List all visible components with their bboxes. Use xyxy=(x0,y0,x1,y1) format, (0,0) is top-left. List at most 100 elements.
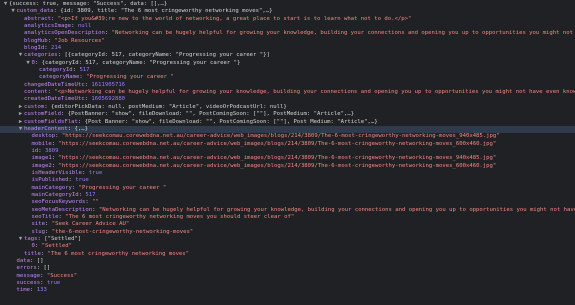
json-key: customFieldsFlat xyxy=(24,118,78,125)
json-row: time: 133 xyxy=(0,287,575,294)
json-row: image1: "https://seekcomau.corewebdna.ne… xyxy=(0,155,575,162)
json-key: mobile xyxy=(31,140,52,147)
json-row[interactable]: ▼ tags: ["Settled"] xyxy=(0,236,575,243)
json-value: 214 xyxy=(50,45,62,52)
json-key: isPublished xyxy=(31,177,69,184)
json-row: mobile: "https://seekcomau.corewebdna.ne… xyxy=(0,141,575,148)
json-key: image1 xyxy=(31,155,52,162)
json-value: "Success" xyxy=(46,272,78,279)
key-colon: : xyxy=(44,45,51,52)
json-value: "Progressing your career " xyxy=(78,184,167,191)
expand-triangle-right-icon[interactable]: ▶ xyxy=(17,111,24,118)
json-row: categoryName: "Progressing your career " xyxy=(0,74,575,81)
json-row: isHeaderVisible: true xyxy=(0,170,575,177)
json-row: message: "Success" xyxy=(0,273,575,280)
key-colon: : xyxy=(38,147,45,154)
json-key: abstract xyxy=(24,15,51,22)
json-key: mainCategory xyxy=(31,184,72,191)
key-colon: : xyxy=(61,111,68,118)
key-colon: : xyxy=(34,59,42,66)
json-row[interactable]: ▼ custom_data: {id: 3809, title: "The 6 m… xyxy=(0,8,575,15)
json-value: true xyxy=(46,280,61,287)
json-value: "The 6 most cringeworthy networking move… xyxy=(47,250,190,257)
json-value: 1605692880 xyxy=(91,96,126,103)
json-value: "Settled" xyxy=(41,243,72,250)
json-row: createdDateTimeUtc: 1605692880 xyxy=(0,96,575,103)
json-key: categoryName xyxy=(39,74,80,81)
json-key: image2 xyxy=(31,162,52,169)
json-value: {editorPickData: null, postMedium: "Arti… xyxy=(50,103,287,110)
json-row: categoryId: 517 xyxy=(0,67,575,74)
json-row[interactable]: ▶ custom: {editorPickData: null, postMedi… xyxy=(0,104,575,111)
expand-triangle-down-icon[interactable]: ▼ xyxy=(17,236,24,243)
key-colon: : xyxy=(34,243,42,250)
json-value: {id: 3809, title: "The 6 most cringewort… xyxy=(60,8,273,15)
json-preview-panel: ▼ {success: true, message: "Success", dat… xyxy=(0,0,575,295)
json-value: "" xyxy=(92,199,99,206)
json-row[interactable]: ▶ customFieldsFlat: {Post Banner: "show",… xyxy=(0,119,575,126)
json-value: "https://seekcomau.corewebdna.net.au/car… xyxy=(58,155,497,162)
json-value: 517 xyxy=(79,67,90,74)
json-row[interactable]: ▶ customField: {PostBanner: "show", fileD… xyxy=(0,111,575,118)
json-row[interactable]: ▼ 0: {categoryId: 517, categoryName: "Pro… xyxy=(0,60,575,67)
key-colon: : xyxy=(40,250,48,257)
json-value: true xyxy=(75,177,89,184)
json-value: "Job Resources" xyxy=(54,37,105,44)
expand-triangle-right-icon[interactable]: ▶ xyxy=(17,119,24,126)
json-value: 133 xyxy=(36,287,47,294)
json-value: "Networking can be hugely helpful for gr… xyxy=(111,30,573,37)
json-key: message xyxy=(16,272,41,279)
json-row: image2: "https://seekcomau.corewebdna.ne… xyxy=(0,163,575,170)
expand-triangle-down-icon[interactable]: ▼ xyxy=(2,1,9,8)
json-key: customField xyxy=(24,111,62,118)
json-row[interactable]: ▼ headerContent: {,…} xyxy=(0,125,575,134)
json-row[interactable]: ▼ {success: true, message: "Success", dat… xyxy=(0,1,575,8)
json-row: seoFocusKeywords: "" xyxy=(0,199,575,206)
json-key: headerContent xyxy=(24,125,68,132)
json-key: desktop xyxy=(31,133,56,140)
json-row: analyticsOpenDescription: "Networking ca… xyxy=(0,30,575,37)
expand-triangle-down-icon[interactable]: ▼ xyxy=(17,126,24,133)
json-value: "https://seekcomau.corewebdna.net.au/car… xyxy=(58,162,497,169)
json-key: categoryId xyxy=(39,67,73,74)
json-row: analyticsImage: null xyxy=(0,23,575,30)
json-key: createdDateTimeUtc xyxy=(24,96,85,103)
json-row: isPublished: true xyxy=(0,177,575,184)
json-key: analyticsOpenDescription xyxy=(24,30,105,37)
key-colon: : xyxy=(77,118,85,125)
expand-triangle-down-icon[interactable]: ▼ xyxy=(25,60,32,67)
key-colon: : xyxy=(44,103,51,110)
json-value: {Post Banner: "show", fileDownload: "", … xyxy=(84,118,378,125)
key-colon: : xyxy=(50,15,58,22)
expand-triangle-down-icon[interactable]: ▼ xyxy=(10,8,17,15)
json-row: desktop: "https://seekcomau.corewebdna.n… xyxy=(0,133,575,140)
json-value: {success: true, message: "Success", data… xyxy=(9,1,168,7)
json-value: 3809 xyxy=(45,147,59,154)
json-row: mainCategoryId: 517 xyxy=(0,192,575,199)
key-colon: : xyxy=(104,30,112,37)
json-key: site xyxy=(31,221,45,228)
json-row: errors: [] xyxy=(0,265,575,272)
json-key: content xyxy=(24,89,48,96)
json-value: 517 xyxy=(85,191,96,198)
json-key: title xyxy=(24,250,41,257)
json-row: data: [] xyxy=(0,258,575,265)
json-row: seoTitle: "The 6 most cringeworthy netwo… xyxy=(0,214,575,221)
expand-triangle-down-icon[interactable]: ▼ xyxy=(17,52,24,59)
key-colon: : xyxy=(29,287,37,294)
json-key: isHeaderVisible xyxy=(31,169,83,176)
json-row[interactable]: ▼ categories: [{categoryId: 517, category… xyxy=(0,52,575,59)
key-colon: : xyxy=(82,169,89,176)
json-key: changedDateTimeUtc xyxy=(24,81,85,88)
json-row: blogId: 214 xyxy=(0,45,575,52)
json-row: blogHub: "Job Resources" xyxy=(0,38,575,45)
key-colon: : xyxy=(67,125,75,132)
json-value: "Networking can be hugely helpful for gr… xyxy=(98,206,575,213)
json-row: success: true xyxy=(0,280,575,287)
json-value: 1611905716 xyxy=(91,81,126,88)
json-key: analyticsImage xyxy=(24,23,72,30)
expand-triangle-right-icon[interactable]: ▶ xyxy=(17,104,24,111)
json-row: slug: "the-6-most-cringeworthy-networkin… xyxy=(0,229,575,236)
json-row: id: 3809 xyxy=(0,148,575,155)
json-row: content: "<p>Networking can be hugely he… xyxy=(0,89,575,96)
